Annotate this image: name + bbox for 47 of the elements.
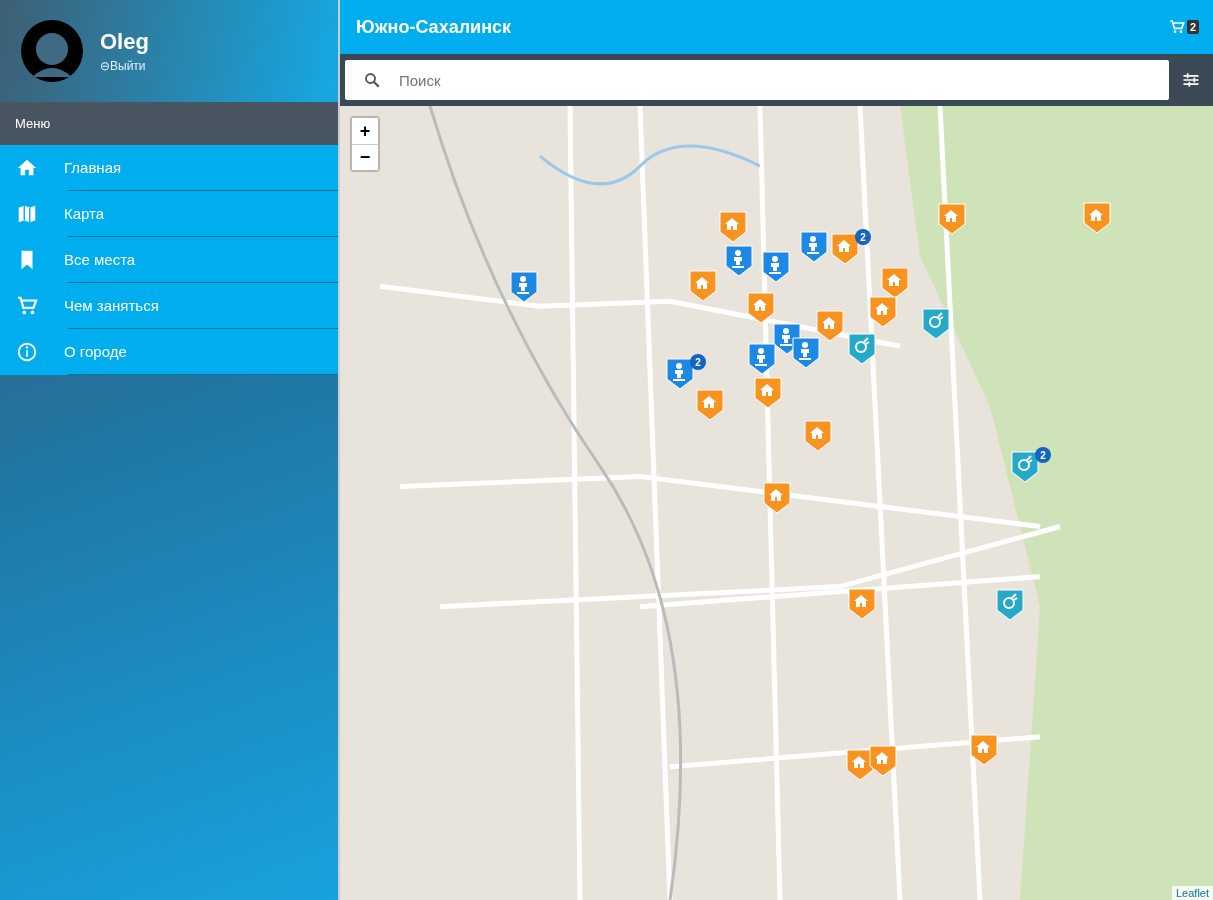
map-marker-icon[interactable] (761, 250, 791, 284)
menu-heading: Меню (0, 102, 338, 145)
menu-item[interactable]: Все места (0, 237, 338, 282)
map-marker-icon[interactable] (1082, 201, 1112, 235)
map-marker-icon[interactable] (969, 733, 999, 767)
city-title: Южно-Сахалинск (356, 16, 512, 38)
map-marker-icon[interactable] (747, 342, 777, 376)
map-marker-icon[interactable] (868, 295, 898, 329)
map-marker-icon[interactable] (509, 270, 539, 304)
map-marker-icon[interactable] (803, 419, 833, 453)
map-marker-icon[interactable] (791, 336, 821, 370)
map-marker-icon[interactable] (695, 388, 725, 422)
map-marker-icon[interactable] (1010, 450, 1040, 484)
attribution-link[interactable]: Leaflet (1171, 886, 1213, 900)
map-marker-icon[interactable] (665, 357, 695, 391)
menu-item[interactable]: Главная (0, 145, 338, 190)
map-marker-icon[interactable] (880, 266, 910, 300)
zoom-in-button[interactable]: + (352, 118, 378, 144)
zoom-out-button[interactable]: − (352, 144, 378, 170)
info-icon (16, 340, 38, 363)
map-marker-icon[interactable] (724, 244, 754, 278)
avatar-icon (20, 19, 84, 83)
map-marker-icon[interactable] (847, 332, 877, 366)
cart-icon (16, 294, 38, 317)
map-marker-icon[interactable] (868, 744, 898, 778)
map-marker-icon[interactable] (762, 481, 792, 515)
map-marker-icon[interactable] (815, 309, 845, 343)
logout-link[interactable]: ⊖Выйти (100, 59, 149, 73)
search-field[interactable]: Поиск (345, 60, 1169, 100)
map-marker-icon[interactable] (753, 376, 783, 410)
map-marker-icon[interactable] (746, 291, 776, 325)
map-marker-icon[interactable] (847, 587, 877, 621)
map-marker-icon[interactable] (799, 230, 829, 264)
filter-icon[interactable] (1181, 70, 1201, 90)
map-marker-icon[interactable] (718, 210, 748, 244)
menu-item[interactable]: Чем заняться (0, 283, 338, 328)
search-icon (363, 71, 381, 89)
map-marker-icon[interactable] (937, 202, 967, 236)
user-name: Oleg (100, 29, 149, 55)
map-marker-icon[interactable] (995, 588, 1025, 622)
cart-count: 2 (1186, 20, 1199, 34)
map-marker-icon[interactable] (921, 307, 951, 341)
map-marker-icon[interactable] (830, 232, 860, 266)
map-marker-icon[interactable] (688, 269, 718, 303)
menu-item[interactable]: О городе (0, 329, 338, 374)
cart-icon[interactable] (1168, 19, 1185, 35)
menu-item[interactable]: Карта (0, 191, 338, 236)
